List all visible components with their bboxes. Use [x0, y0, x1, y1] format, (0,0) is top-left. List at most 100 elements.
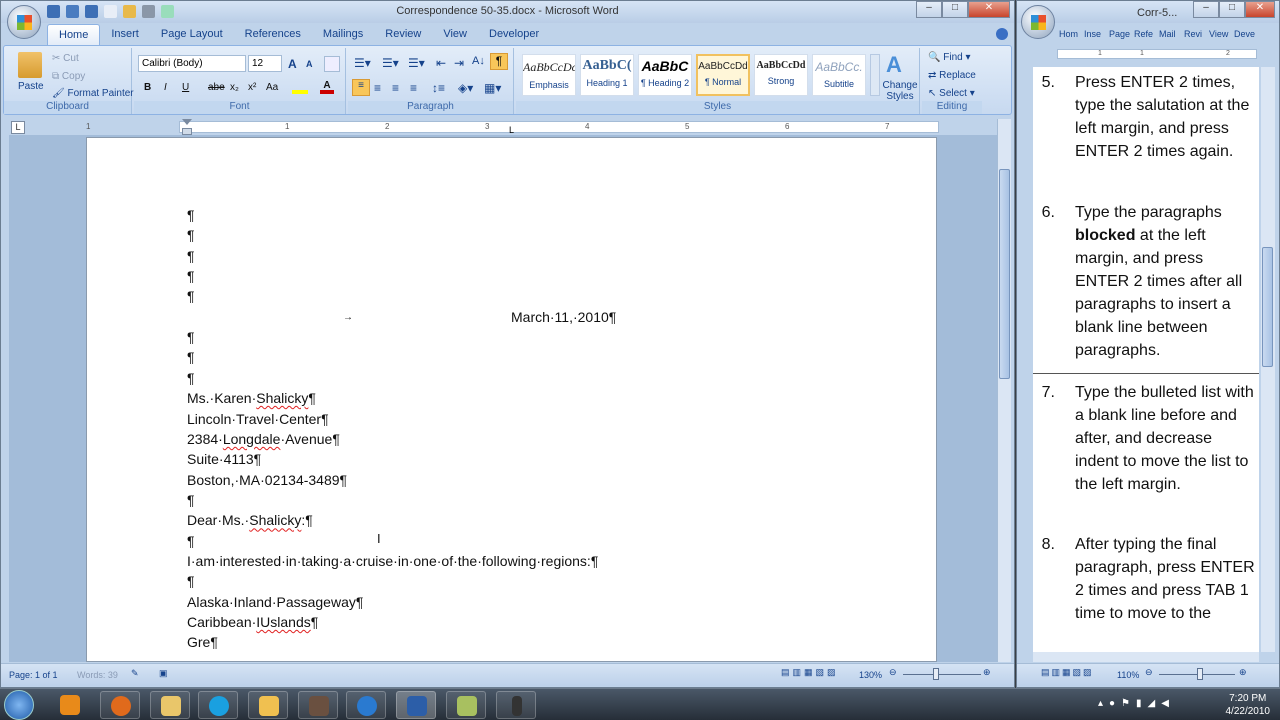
view-buttons[interactable]: ▤▥▦▧▨ [781, 667, 839, 678]
subscript-button[interactable]: x₂ [230, 82, 239, 93]
explorer-icon[interactable] [150, 691, 190, 719]
new-icon[interactable] [104, 5, 117, 18]
change-styles-button[interactable]: Change Styles [882, 80, 918, 102]
align-left-icon[interactable]: ≡ [352, 79, 370, 96]
print-preview-icon[interactable] [161, 5, 174, 18]
zoom-level[interactable]: 130% [859, 670, 882, 680]
superscript-button[interactable]: x² [248, 82, 256, 93]
align-right-icon[interactable]: ≡ [392, 81, 399, 95]
left-indent-marker[interactable] [182, 128, 192, 135]
select-button[interactable]: ↖ Select ▾ [928, 88, 975, 99]
italic-button[interactable]: I [164, 82, 167, 93]
tab-stop-marker[interactable]: L [509, 125, 514, 135]
minimize-button[interactable]: – [916, 1, 942, 18]
style-heading-1[interactable]: AaBbC(Heading 1 [580, 54, 634, 96]
tab-insert[interactable]: Inse [1084, 29, 1109, 39]
vertical-scrollbar[interactable] [997, 119, 1011, 662]
redo-icon[interactable] [85, 5, 98, 18]
view-buttons[interactable]: ▤▥▦▧▨ [1041, 667, 1094, 678]
zoom-level[interactable]: 110% [1117, 670, 1139, 680]
help-icon[interactable] [996, 28, 1008, 40]
zoom-in-icon[interactable]: ⊕ [1239, 667, 1247, 678]
zoom-out-icon[interactable]: ⊖ [889, 667, 897, 678]
tab-home[interactable]: Hom [1059, 29, 1084, 39]
zoom-slider[interactable] [903, 674, 981, 675]
increase-indent-icon[interactable]: ⇥ [454, 56, 464, 70]
misspelled-word[interactable]: Shalicky [256, 390, 308, 406]
folder-icon[interactable] [248, 691, 288, 719]
zoom-out-icon[interactable]: ⊖ [1145, 667, 1153, 678]
proofing-icon[interactable]: ✎ [131, 668, 139, 679]
change-case-button[interactable]: Aa [266, 82, 278, 93]
recorder-icon[interactable] [496, 691, 536, 719]
style-emphasis[interactable]: AaBbCcDc Emphasis [522, 54, 576, 96]
numbering-icon[interactable]: ☰▾ [382, 56, 399, 70]
decrease-indent-icon[interactable]: ⇤ [436, 56, 446, 70]
print-icon[interactable] [142, 5, 155, 18]
skype-icon[interactable] [198, 691, 238, 719]
replace-button[interactable]: ⇄ Replace [928, 70, 976, 81]
horizontal-ruler[interactable]: 1 1 2 [1057, 49, 1257, 59]
tab-references[interactable]: References [234, 24, 312, 45]
font-color-icon[interactable]: A [320, 80, 334, 94]
system-tray-icons[interactable]: ▴●⚑▮◢◀ [1098, 698, 1175, 709]
tab-view[interactable]: View [1209, 29, 1234, 39]
tab-review[interactable]: Review [374, 24, 432, 45]
tab-insert[interactable]: Insert [100, 24, 150, 45]
word-count[interactable]: Words: 39 [77, 670, 118, 680]
save-icon[interactable] [47, 5, 60, 18]
firefox-icon[interactable] [100, 691, 140, 719]
page-count[interactable]: Page: 1 of 1 [9, 670, 58, 680]
start-button[interactable] [4, 690, 34, 720]
zoom-in-icon[interactable]: ⊕ [983, 667, 991, 678]
tab-developer[interactable]: Developer [478, 24, 550, 45]
close-button[interactable]: ✕ [968, 1, 1010, 18]
style-subtitle[interactable]: AaBbCc. Subtitle [812, 54, 866, 96]
scroll-thumb[interactable] [1262, 247, 1273, 367]
tab-review[interactable]: Revi [1184, 29, 1209, 39]
minimize-button[interactable]: – [1193, 1, 1219, 18]
app-icon[interactable] [298, 691, 338, 719]
shading-icon[interactable]: ◈▾ [458, 81, 473, 95]
close-button[interactable]: ✕ [1245, 1, 1275, 18]
sort-icon[interactable]: A↓ [472, 55, 485, 67]
misspelled-word[interactable]: Shalicky [249, 512, 301, 528]
maximize-button[interactable]: □ [942, 1, 968, 18]
office-button[interactable] [7, 5, 41, 39]
internet-explorer-icon[interactable] [346, 691, 386, 719]
style-heading-2[interactable]: AaBbC ¶ Heading 2 [638, 54, 692, 96]
media-player-icon[interactable] [50, 691, 90, 719]
office-button[interactable] [1021, 5, 1055, 39]
zoom-slider-thumb[interactable] [1197, 668, 1203, 680]
tab-view[interactable]: View [432, 24, 478, 45]
styles-scroll[interactable] [870, 54, 880, 96]
font-name-select[interactable]: Calibri (Body) [138, 55, 246, 72]
shrink-font-button[interactable]: A [306, 59, 313, 69]
tab-page-layout[interactable]: Page Layout [150, 24, 234, 45]
copy-button[interactable]: ⧉ Copy [52, 71, 85, 82]
scroll-thumb[interactable] [999, 169, 1010, 379]
word-icon[interactable] [396, 691, 436, 719]
notes-icon[interactable] [446, 691, 486, 719]
tab-references[interactable]: Refe [1134, 29, 1159, 39]
borders-icon[interactable]: ▦▾ [484, 81, 501, 95]
tab-mailings[interactable]: Mail [1159, 29, 1184, 39]
highlight-icon[interactable] [292, 80, 308, 94]
zoom-slider-thumb[interactable] [933, 668, 939, 680]
undo-icon[interactable] [66, 5, 79, 18]
underline-button[interactable]: U [182, 82, 189, 93]
maximize-button[interactable]: □ [1219, 1, 1245, 18]
paste-button[interactable]: Paste [18, 81, 44, 92]
tab-mailings[interactable]: Mailings [312, 24, 374, 45]
find-button[interactable]: 🔍 Find ▾ [928, 52, 971, 63]
macro-icon[interactable]: ▣ [159, 668, 168, 679]
grow-font-button[interactable]: A [288, 57, 297, 71]
horizontal-scrollbar[interactable] [1033, 652, 1259, 662]
tab-page-layout[interactable]: Page [1109, 29, 1134, 39]
cut-button[interactable]: ✂ Cut [52, 53, 79, 64]
horizontal-ruler[interactable] [179, 121, 939, 133]
open-icon[interactable] [123, 5, 136, 18]
justify-icon[interactable]: ≡ [410, 81, 417, 95]
style-strong[interactable]: AaBbCcDd Strong [754, 54, 808, 96]
style-normal[interactable]: AaBbCcDd ¶ Normal [696, 54, 750, 96]
